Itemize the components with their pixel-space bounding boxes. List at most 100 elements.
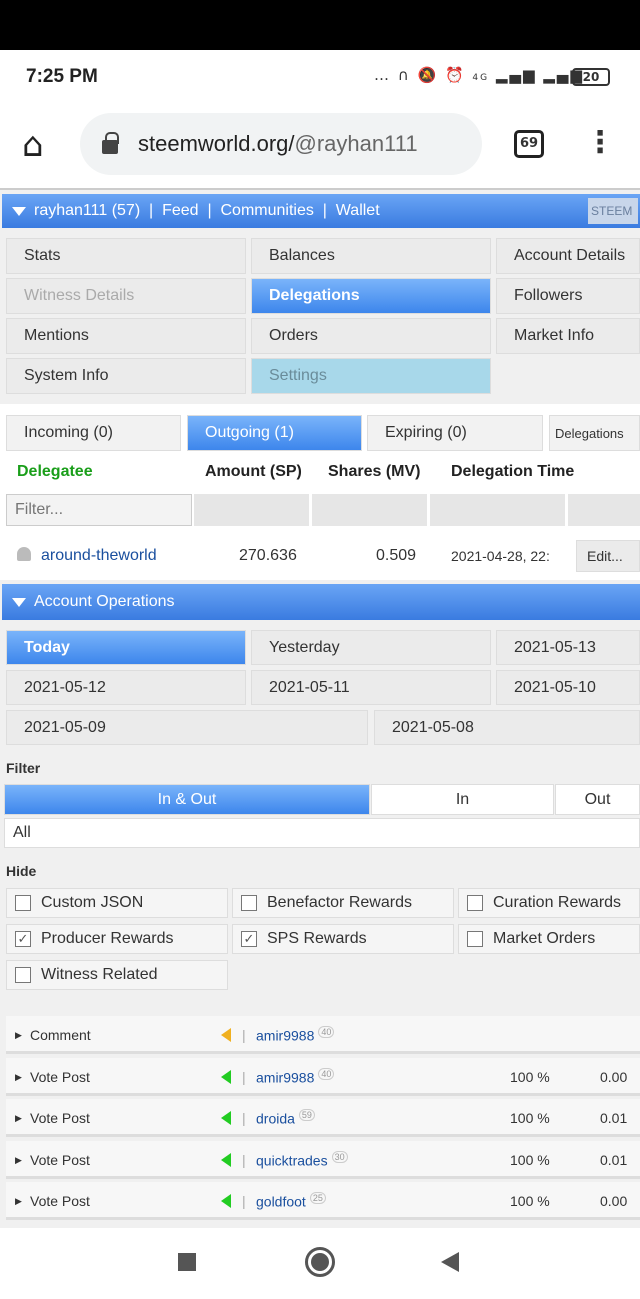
tab-expiring[interactable]: Expiring (0) [367,415,543,451]
checkbox-checked[interactable]: ✓ [241,931,257,947]
date-button[interactable]: 2021-05-13 [496,630,640,665]
collapse-icon[interactable] [12,206,26,216]
vote-percent: 100 % [510,1151,550,1168]
url-host: steemworld.org/ [138,131,295,156]
date-yesterday[interactable]: Yesterday [251,630,491,665]
hide-witness-related[interactable]: Witness Related [6,960,228,990]
operation-row[interactable]: ▶ Vote Post | droida 59 100 % 0.01 [6,1099,640,1138]
account-operations-header[interactable]: Account Operations [2,584,640,620]
hide-market-orders[interactable]: Market Orders [458,924,640,954]
user-link[interactable]: quicktrades 30 [256,1150,348,1169]
hide-producer-rewards[interactable]: ✓ Producer Rewards [6,924,228,954]
username: quicktrades [256,1152,328,1169]
filter-select[interactable]: All [4,818,640,848]
col-shares[interactable]: Shares (MV) [328,463,420,481]
username: amir9988 [256,1027,315,1044]
filter-input[interactable] [6,494,192,526]
col-time[interactable]: Delegation Time [451,463,574,481]
date-button[interactable]: 2021-05-11 [251,670,491,705]
expand-icon[interactable]: ▶ [15,1155,22,1166]
divider: | [242,1151,246,1168]
hide-benefactor-rewards[interactable]: Benefactor Rewards [232,888,454,918]
date-today[interactable]: Today [6,630,246,665]
steem-button[interactable]: STEEM [588,198,638,224]
collapse-icon [12,597,26,607]
divider: | [242,1110,246,1127]
menu-witness-details[interactable]: Witness Details [6,278,246,314]
menu-delegations[interactable]: Delegations [251,278,491,314]
home-nav-icon[interactable] [305,1247,335,1277]
checkbox[interactable] [241,895,257,911]
tab-outgoing[interactable]: Outgoing (1) [187,415,362,451]
tab-switcher-button[interactable]: 69 [514,130,544,158]
operation-row[interactable]: ▶ Vote Post | goldfoot 25 100 % 0.00 [6,1182,640,1221]
recent-apps-icon[interactable] [178,1253,196,1271]
menu-stats[interactable]: Stats [6,238,246,274]
edit-button[interactable]: Edit... [576,540,640,572]
username: amir9988 [256,1069,315,1086]
tab-incoming[interactable]: Incoming (0) [6,415,181,451]
back-icon[interactable] [441,1252,459,1272]
url-bar[interactable]: steemworld.org/@rayhan111 [80,113,482,175]
col-amount[interactable]: Amount (SP) [205,463,302,481]
checkbox[interactable] [467,931,483,947]
delegatee-link[interactable]: around-theworld [41,547,157,565]
expand-icon[interactable]: ▶ [15,1113,22,1124]
checkbox-label: Benefactor Rewards [267,894,412,911]
menu-balances[interactable]: Balances [251,238,491,274]
vote-value: 0.00 [600,1068,628,1085]
hide-custom-json[interactable]: Custom JSON [6,888,228,918]
filter-in-out[interactable]: In & Out [4,784,370,815]
divider: | [242,1068,246,1085]
divider: | [242,1193,246,1210]
expand-icon[interactable]: ▶ [15,1196,22,1207]
operation-row[interactable]: ▶ Vote Post | amir9988 40 100 % 0.00 [6,1057,640,1096]
status-icons: … ∩ 🔕 ⏰ 4G ▂▄▆ ▂▄▆ [374,66,584,84]
delegation-time: 2021-04-28, 22: [451,548,550,564]
direction-arrow-icon [221,1152,231,1167]
communities-link[interactable]: Communities [220,202,313,220]
filter-out[interactable]: Out [555,784,640,815]
menu-mentions[interactable]: Mentions [6,318,246,354]
menu-market-info[interactable]: Market Info [496,318,640,354]
expand-icon[interactable]: ▶ [15,1030,22,1041]
menu-settings[interactable]: Settings [251,358,491,394]
checkbox[interactable] [15,967,31,983]
operation-row[interactable]: ▶ Vote Post | quicktrades 30 100 % 0.01 [6,1140,640,1179]
username: droida [256,1110,295,1127]
hide-curation-rewards[interactable]: Curation Rewards [458,888,640,918]
username-link[interactable]: rayhan111 (57) [34,202,140,220]
date-button[interactable]: 2021-05-08 [374,710,640,745]
filter-in[interactable]: In [371,784,554,815]
date-button[interactable]: 2021-05-09 [6,710,368,745]
android-nav-bar [0,1228,640,1299]
date-button[interactable]: 2021-05-12 [6,670,246,705]
lock-icon [102,132,119,154]
menu-followers[interactable]: Followers [496,278,640,314]
user-link[interactable]: amir9988 40 [256,1067,335,1086]
divider: | [242,1027,246,1043]
col-delegatee[interactable]: Delegatee [17,463,93,481]
checkbox[interactable] [467,895,483,911]
menu-account-details[interactable]: Account Details [496,238,640,274]
vote-value: 0.01 [600,1110,628,1127]
menu-system-info[interactable]: System Info [6,358,246,394]
operation-row[interactable]: ▶ Comment | amir9988 40 [6,1016,640,1054]
user-link[interactable]: goldfoot 25 [256,1192,326,1210]
menu-orders[interactable]: Orders [251,318,491,354]
expand-icon[interactable]: ▶ [15,1072,22,1083]
date-button[interactable]: 2021-05-10 [496,670,640,705]
reputation-badge: 30 [331,1150,348,1163]
more-menu-icon[interactable]: ⋮ [585,128,615,158]
feed-link[interactable]: Feed [162,202,198,220]
user-link[interactable]: amir9988 40 [256,1026,335,1044]
user-link[interactable]: droida 59 [256,1109,315,1127]
hide-sps-rewards[interactable]: ✓ SPS Rewards [232,924,454,954]
checkbox-checked[interactable]: ✓ [15,931,31,947]
checkbox-label: Curation Rewards [493,894,622,911]
direction-arrow-icon [221,1111,231,1126]
wallet-link[interactable]: Wallet [336,202,380,220]
checkbox[interactable] [15,895,31,911]
tab-delegations[interactable]: Delegations [549,415,640,451]
home-icon[interactable]: ⌂ [22,128,44,162]
